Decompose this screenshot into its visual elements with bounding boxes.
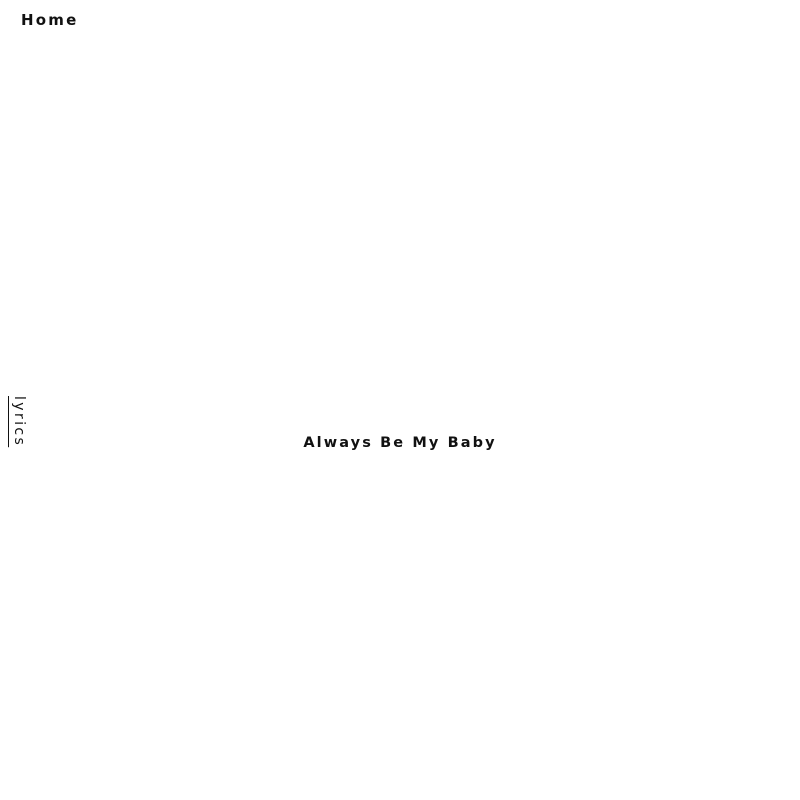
home-link[interactable]: Home xyxy=(21,11,78,29)
song-title: Always Be My Baby xyxy=(303,435,497,451)
